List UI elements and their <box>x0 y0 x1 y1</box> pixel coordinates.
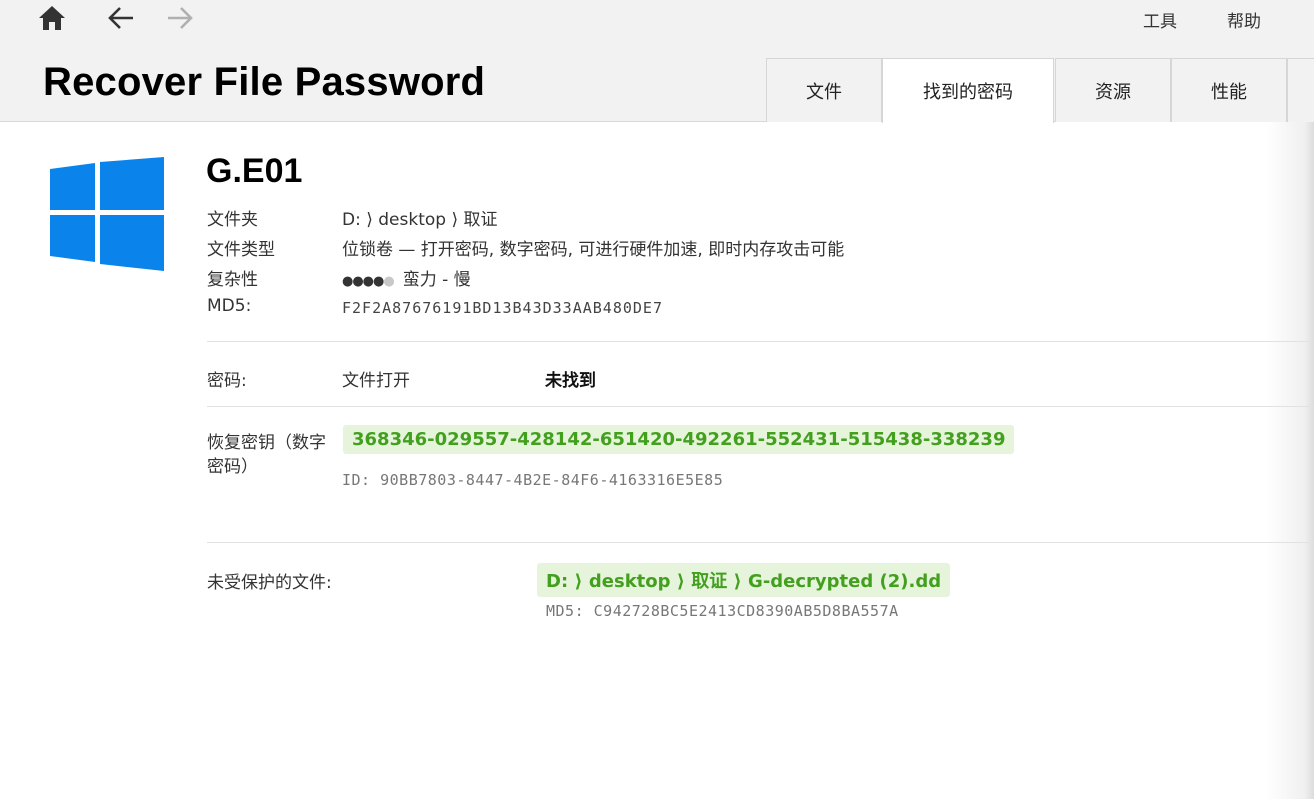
tab-resources[interactable]: 资源 <box>1055 58 1171 122</box>
complexity-dot-empty: ● <box>383 274 395 289</box>
home-icon[interactable] <box>36 2 68 34</box>
file-type-label: 文件类型 <box>207 240 275 260</box>
tab-found-passwords[interactable]: 找到的密码 <box>882 58 1054 123</box>
tab-files[interactable]: 文件 <box>766 58 882 122</box>
password-label: 密码: <box>207 371 247 391</box>
back-arrow-icon[interactable] <box>105 2 137 34</box>
folder-label: 文件夹 <box>207 210 258 230</box>
divider <box>207 542 1314 543</box>
recovery-key-value[interactable]: 368346-029557-428142-651420-492261-55243… <box>343 425 1015 454</box>
tab-performance[interactable]: 性能 <box>1171 58 1287 122</box>
password-status: 未找到 <box>545 371 596 391</box>
windows-logo-icon <box>50 157 164 276</box>
unprotected-file-md5: MD5: C942728BC5E2413CD8390AB5D8BA557A <box>546 602 899 620</box>
complexity-dots-filled: ●●●● <box>342 274 384 289</box>
divider <box>207 406 1314 407</box>
menu-help[interactable]: 帮助 <box>1227 7 1261 32</box>
complexity-text: 蛮力 - 慢 <box>402 270 471 290</box>
unprotected-file-path[interactable]: D: ⟩ desktop ⟩ 取证 ⟩ G-decrypted (2).dd <box>537 563 951 597</box>
right-edge-shadow <box>1266 122 1314 799</box>
header-bar: 工具 帮助 Recover File Password 文件 找到的密码 资源 … <box>0 0 1314 123</box>
complexity-label: 复杂性 <box>207 270 258 290</box>
md5-value: F2F2A87676191BD13B43D33AAB480DE7 <box>342 299 663 317</box>
file-name: G.E01 <box>206 152 303 190</box>
password-kind: 文件打开 <box>342 371 410 391</box>
menu-tools[interactable]: 工具 <box>1143 7 1177 32</box>
app-title: Recover File Password <box>43 60 486 104</box>
recovery-key-label: 恢复密钥（数字密码） <box>207 433 326 477</box>
divider <box>207 341 1314 342</box>
md5-label: MD5: <box>207 296 252 316</box>
forward-arrow-icon[interactable] <box>164 2 196 34</box>
recovery-key-id: ID: 90BB7803-8447-4B2E-84F6-4163316E5E85 <box>342 471 724 489</box>
folder-path[interactable]: D: ⟩ desktop ⟩ 取证 <box>342 205 498 230</box>
unprotected-file-label: 未受保护的文件: <box>207 573 332 593</box>
complexity-value: ●●●●● 蛮力 - 慢 <box>342 265 471 290</box>
file-type-value: 位锁卷 — 打开密码, 数字密码, 可进行硬件加速, 即时内存攻击可能 <box>342 240 845 260</box>
tab-overflow[interactable] <box>1287 58 1314 122</box>
